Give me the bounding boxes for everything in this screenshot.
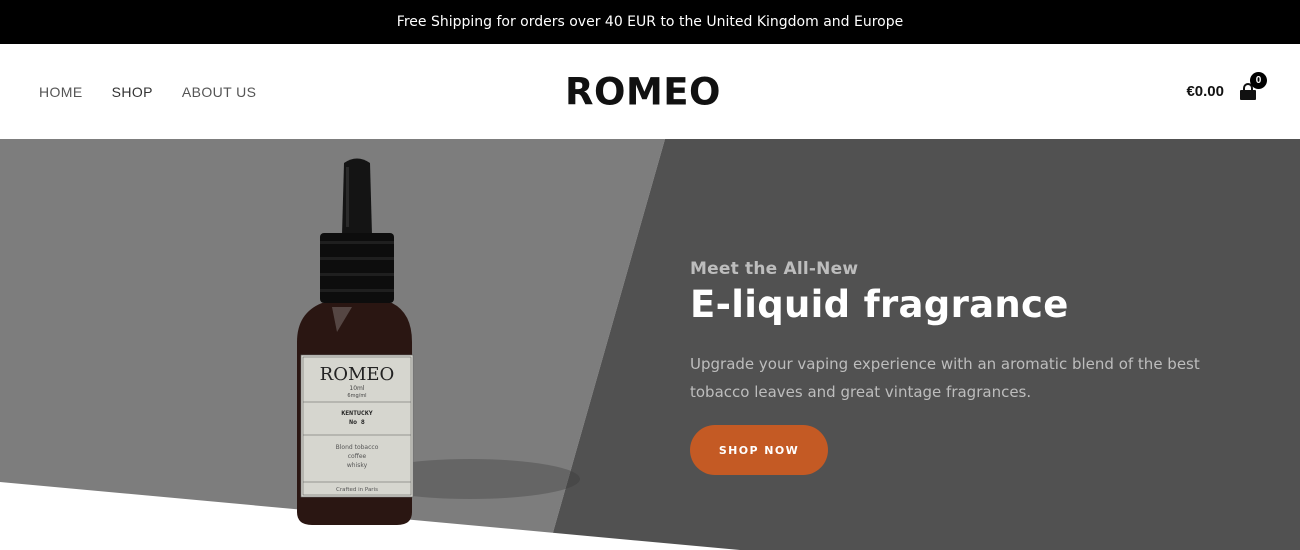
hero-eyebrow: Meet the All-New [690, 259, 859, 279]
bottle-label-name-line1: KENTUCKY [341, 409, 372, 417]
hero-content: Meet the All-New E-liquid fragrance Upgr… [690, 259, 1250, 475]
product-bottle-image: ROMEO 10ml 6mg/ml KENTUCKY No 8 Blond to… [292, 157, 422, 550]
bottle-label-brand: ROMEO [320, 364, 395, 385]
cart-total[interactable]: €0.00 [1186, 83, 1224, 100]
site-logo[interactable]: ROMEO [565, 70, 721, 114]
hero-banner: ROMEO 10ml 6mg/ml KENTUCKY No 8 Blond to… [0, 139, 1300, 550]
announcement-bar: Free Shipping for orders over 40 EUR to … [0, 0, 1300, 44]
hero-description: Upgrade your vaping experience with an a… [690, 355, 1200, 401]
bottle-label-note-1: Blond tobacco [336, 444, 379, 451]
shop-now-button[interactable]: SHOP NOW [690, 425, 828, 475]
main-nav: HOME SHOP ABOUT US [39, 44, 256, 139]
bottle-label-footer: Crafted in Paris [336, 487, 378, 493]
bottle-label-strength: 6mg/ml [347, 393, 366, 399]
nav-about-link[interactable]: ABOUT US [182, 84, 257, 100]
bottle-label-note-3: whisky [347, 462, 368, 469]
bottle-label-note-2: coffee [348, 453, 367, 460]
site-header: HOME SHOP ABOUT US ROMEO €0.00 0 [0, 44, 1300, 139]
nav-home-link[interactable]: HOME [39, 84, 83, 100]
nav-shop-link[interactable]: SHOP [112, 84, 153, 100]
shopping-bag-icon[interactable]: 0 [1239, 71, 1267, 101]
cart-count-badge: 0 [1250, 71, 1267, 89]
cart-widget[interactable]: €0.00 0 [1186, 44, 1267, 139]
announcement-text: Free Shipping for orders over 40 EUR to … [396, 14, 904, 30]
bottle-label-name-line2: No 8 [349, 418, 365, 426]
hero-headline: E-liquid fragrance [690, 283, 1069, 326]
bottle-label-volume: 10ml [349, 385, 364, 392]
